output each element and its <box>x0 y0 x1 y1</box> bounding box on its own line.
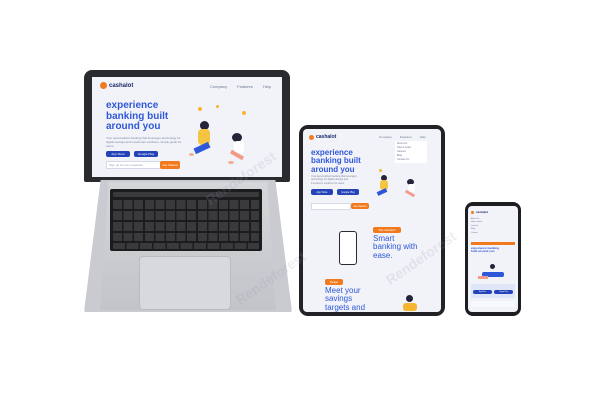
laptop-logo[interactable]: cashalot <box>100 82 133 89</box>
laptop-trackpad <box>139 256 231 310</box>
cashalot-logo-icon <box>471 210 474 214</box>
coin-icon <box>379 169 382 172</box>
coin-icon <box>198 107 202 111</box>
person-illustration <box>403 295 417 311</box>
nav-features[interactable]: Features <box>400 135 412 139</box>
budget-badge: Budget <box>325 279 343 285</box>
app-store-button[interactable]: App Store <box>473 290 492 294</box>
tablet-nav: Company Features Help <box>379 135 426 139</box>
app-store-button[interactable]: App Store <box>311 189 333 195</box>
phone-accent-bar <box>471 242 515 245</box>
savings-heading: Meet your savings targets and <box>325 286 366 312</box>
phone-menu: About Us How it works Careers Blog Conta… <box>471 218 515 235</box>
nav-company[interactable]: Company <box>379 135 392 139</box>
nav-help[interactable]: Help <box>420 135 426 139</box>
tablet-dropdown-menu: About Us How it works Careers Blog Conta… <box>395 141 427 163</box>
newsletter-input[interactable]: Sign up for our newsletter <box>106 161 162 169</box>
google-play-button[interactable]: Google Play <box>337 189 359 195</box>
tablet-hero-heading: experience banking built around you <box>311 148 361 174</box>
google-play-button[interactable]: Google Play <box>494 290 513 294</box>
menu-item[interactable]: Contact <box>471 232 515 235</box>
menu-item[interactable]: Contact Us <box>397 158 425 162</box>
cashalot-logo-icon <box>100 82 107 89</box>
phone-mockup-illustration <box>339 231 357 265</box>
get-started-button[interactable]: Get Started <box>160 161 180 169</box>
app-store-button[interactable]: App Store <box>106 151 130 157</box>
why-cashalot-badge: Why Cashalot? <box>373 227 401 233</box>
nav-help[interactable]: Help <box>263 84 271 89</box>
phone-illustration <box>476 262 512 280</box>
tablet-hero-paragraph: Your personalized banking that leverages… <box>311 175 357 185</box>
coin-icon <box>242 111 246 115</box>
tablet-logo[interactable]: cashalot <box>309 134 336 140</box>
laptop-keyboard <box>110 189 262 251</box>
google-play-button[interactable]: Google Play <box>134 151 158 157</box>
get-started-button[interactable]: Get Started <box>351 203 369 209</box>
jumping-people-illustration <box>373 167 433 207</box>
phone-screen: cashalot About Us How it works Careers B… <box>468 206 518 312</box>
nav-features[interactable]: Features <box>237 84 253 89</box>
phone-logo[interactable]: cashalot <box>471 210 488 214</box>
newsletter-input[interactable] <box>311 203 351 210</box>
laptop-nav: Company Features Help <box>210 84 271 89</box>
phone-hero-heading: experience banking built around you <box>471 246 500 254</box>
laptop-hero-paragraph: Your personalized banking that leverages… <box>106 136 182 148</box>
laptop-hero-heading: experience banking built around you <box>106 100 169 132</box>
coin-icon <box>216 105 219 108</box>
cashalot-logo-icon <box>309 134 314 140</box>
tablet-screen: cashalot Company Features Help About Us … <box>303 129 441 312</box>
nav-company[interactable]: Company <box>210 84 227 89</box>
